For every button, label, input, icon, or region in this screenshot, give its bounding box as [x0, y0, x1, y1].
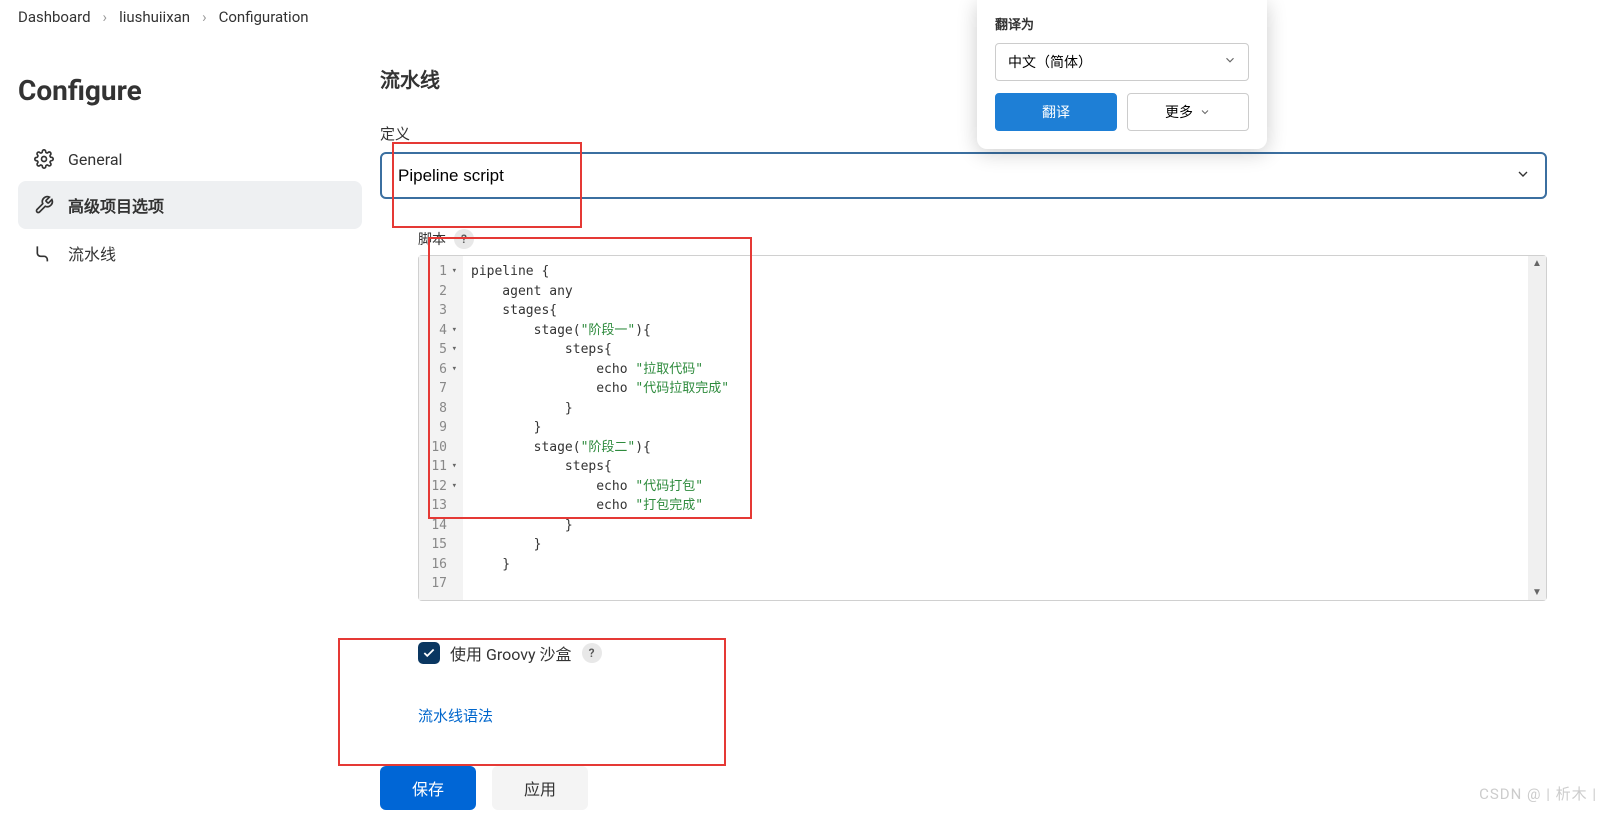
apply-button[interactable]: 应用	[492, 766, 588, 810]
sandbox-label: 使用 Groovy 沙盒	[450, 641, 572, 665]
gear-icon	[34, 149, 54, 169]
breadcrumb-project[interactable]: liushuiixan	[119, 8, 190, 26]
sidebar: Configure General 高级项目选项 流水线	[0, 34, 380, 810]
script-editor[interactable]: 1▾234▾5▾6▾7891011▾12▾1314151617 pipeline…	[418, 255, 1547, 601]
translate-title: 翻译为	[995, 14, 1249, 33]
sidebar-item-label: 流水线	[68, 241, 116, 265]
sidebar-item-pipeline[interactable]: 流水线	[18, 229, 362, 277]
definition-label: 定义	[380, 123, 1547, 144]
scrollbar[interactable]: ▲ ▼	[1528, 256, 1546, 600]
code-content[interactable]: pipeline { agent any stages{ stage("阶段一"…	[463, 256, 1528, 600]
sidebar-item-general[interactable]: General	[18, 137, 362, 181]
line-gutter: 1▾234▾5▾6▾7891011▾12▾1314151617	[419, 256, 463, 600]
translate-button[interactable]: 翻译	[995, 93, 1117, 131]
sandbox-checkbox[interactable]	[418, 642, 440, 664]
more-label: 更多	[1165, 102, 1193, 122]
chevron-right-icon: ›	[202, 8, 207, 26]
watermark: CSDN @ | 析木 |	[1479, 783, 1597, 804]
breadcrumb: Dashboard › liushuiixan › Configuration	[0, 0, 1607, 34]
sidebar-item-label: 高级项目选项	[68, 193, 164, 217]
script-label: 脚本	[418, 229, 446, 249]
wrench-icon	[34, 195, 54, 215]
section-title: 流水线	[380, 64, 1547, 93]
save-button[interactable]: 保存	[380, 766, 476, 810]
pipeline-syntax-link[interactable]: 流水线语法	[418, 705, 493, 726]
more-button[interactable]: 更多	[1127, 93, 1249, 131]
breadcrumb-configuration[interactable]: Configuration	[219, 8, 309, 26]
chevron-down-icon	[1199, 106, 1211, 118]
breadcrumb-dashboard[interactable]: Dashboard	[18, 8, 91, 26]
translate-language-select[interactable]: 中文（简体）	[995, 43, 1249, 81]
help-icon[interactable]: ?	[582, 643, 602, 663]
scroll-up-icon[interactable]: ▲	[1532, 258, 1542, 269]
help-icon[interactable]: ?	[454, 229, 474, 249]
pipeline-icon	[34, 243, 54, 263]
sidebar-item-label: General	[68, 150, 122, 169]
scroll-down-icon[interactable]: ▼	[1532, 587, 1542, 598]
definition-select[interactable]: Pipeline script	[380, 152, 1547, 199]
sidebar-item-advanced[interactable]: 高级项目选项	[18, 181, 362, 229]
chevron-right-icon: ›	[103, 8, 108, 26]
page-title: Configure	[18, 74, 362, 107]
translate-popup: 翻译为 中文（简体） 翻译 更多	[977, 0, 1267, 149]
main-content: 流水线 定义 Pipeline script 脚本 ? 1▾234▾5▾6▾78…	[380, 34, 1607, 810]
